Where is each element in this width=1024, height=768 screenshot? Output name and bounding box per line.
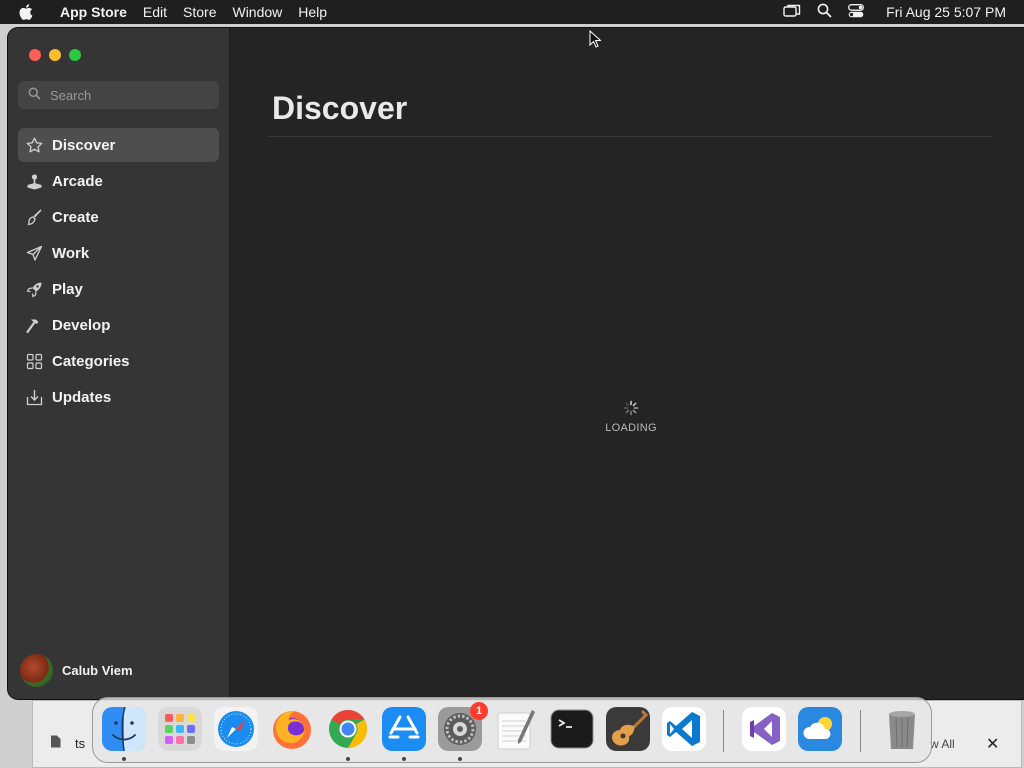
sidebar-item-label: Categories (52, 352, 130, 370)
star-icon (26, 137, 43, 154)
hammer-icon (26, 317, 43, 334)
sidebar-item-categories[interactable]: Categories (18, 344, 219, 378)
dock-safari[interactable] (214, 707, 258, 751)
spotlight-search-icon[interactable] (817, 3, 832, 21)
weather-icon (798, 707, 842, 751)
textedit-icon (497, 710, 535, 750)
loading-label: LOADING (605, 422, 657, 434)
firefox-icon (273, 710, 311, 749)
chrome-icon (329, 709, 368, 749)
sidebar-item-work[interactable]: Work (18, 236, 219, 270)
dock-garageband[interactable] (606, 707, 650, 751)
sidebar-item-label: Arcade (52, 172, 103, 190)
sidebar-nav: Discover Arcade Create Work Play Develop… (18, 128, 219, 416)
main-content: Discover LOADING (230, 28, 1024, 699)
sidebar-item-play[interactable]: Play (18, 272, 219, 306)
window-zoom-button[interactable] (69, 49, 81, 61)
menu-window[interactable]: Window (224, 4, 290, 20)
sidebar-item-label: Updates (52, 388, 112, 406)
menu-store[interactable]: Store (175, 4, 224, 20)
dock-vscode[interactable] (662, 707, 706, 751)
guitar-icon (606, 707, 650, 751)
user-name: Calub Viem (62, 663, 133, 678)
menu-app-name[interactable]: App Store (52, 4, 135, 20)
running-indicator (402, 757, 406, 761)
menu-bar: App Store Edit Store Window Help Fri Aug… (0, 0, 1024, 24)
sidebar-item-label: Work (52, 244, 90, 262)
sidebar-item-label: Create (52, 208, 99, 226)
launchpad-icon (158, 707, 202, 751)
paintbrush-icon (26, 209, 43, 226)
search-field[interactable] (18, 81, 219, 109)
download-tray-icon (26, 389, 43, 406)
dock-chrome[interactable] (326, 707, 370, 751)
sidebar-item-develop[interactable]: Develop (18, 308, 219, 342)
control-center-icon[interactable] (848, 3, 865, 21)
dock-separator (723, 710, 724, 752)
dock-textedit[interactable] (494, 707, 538, 751)
sidebar-item-label: Play (52, 280, 83, 298)
joystick-icon (26, 173, 43, 190)
menu-edit[interactable]: Edit (135, 4, 175, 20)
visual-studio-icon (742, 707, 786, 751)
show-all-link[interactable]: w All (930, 737, 955, 751)
paper-plane-icon (26, 245, 43, 262)
dock-finder[interactable] (102, 707, 146, 751)
dock-launchpad[interactable] (158, 707, 202, 751)
apple-menu-icon[interactable] (0, 4, 52, 20)
window-close-button[interactable] (29, 49, 41, 61)
finder-icon (102, 707, 146, 751)
page-title: Discover (272, 90, 408, 126)
dock-trash[interactable] (880, 707, 924, 751)
dock-firefox[interactable] (270, 707, 314, 751)
dock-app-store[interactable] (382, 707, 426, 751)
menu-clock[interactable]: Fri Aug 25 5:07 PM (886, 4, 1006, 20)
running-indicator (122, 757, 126, 761)
dock-terminal[interactable] (550, 707, 594, 751)
app-store-window: Discover Arcade Create Work (8, 28, 1024, 699)
avatar (20, 654, 53, 687)
sidebar-item-arcade[interactable]: Arcade (18, 164, 219, 198)
sidebar-item-updates[interactable]: Updates (18, 380, 219, 414)
search-icon (28, 87, 41, 103)
rocket-icon (26, 281, 43, 298)
safari-icon (214, 707, 258, 751)
dock-visual-studio[interactable] (742, 707, 786, 751)
dock: 1 (92, 697, 932, 763)
notification-badge: 1 (470, 702, 488, 720)
sidebar: Discover Arcade Create Work (8, 28, 230, 699)
sidebar-item-discover[interactable]: Discover (18, 128, 219, 162)
trash-icon (889, 711, 915, 749)
close-icon[interactable]: ✕ (986, 734, 999, 754)
grid-icon (26, 353, 43, 370)
search-input[interactable] (50, 87, 200, 103)
vscode-icon (662, 707, 706, 751)
menu-help[interactable]: Help (290, 4, 335, 20)
document-icon (50, 735, 61, 751)
sidebar-item-label: Discover (52, 136, 116, 154)
background-window-item[interactable]: ts (50, 735, 85, 751)
mouse-cursor-icon (589, 29, 602, 53)
account-button[interactable]: Calub Viem (20, 654, 133, 687)
loading-indicator: LOADING (601, 400, 661, 434)
running-indicator (458, 757, 462, 761)
dock-weather[interactable] (798, 707, 842, 751)
running-indicator (346, 757, 350, 761)
dock-separator (860, 710, 861, 752)
sidebar-item-label: Develop (52, 316, 111, 334)
screen-mirroring-icon[interactable] (783, 4, 801, 21)
window-minimize-button[interactable] (49, 49, 61, 61)
title-divider (268, 136, 992, 137)
background-window-label: ts (75, 735, 86, 751)
spinner-icon (623, 400, 639, 416)
app-store-icon (382, 707, 426, 751)
terminal-icon (550, 709, 594, 749)
sidebar-item-create[interactable]: Create (18, 200, 219, 234)
